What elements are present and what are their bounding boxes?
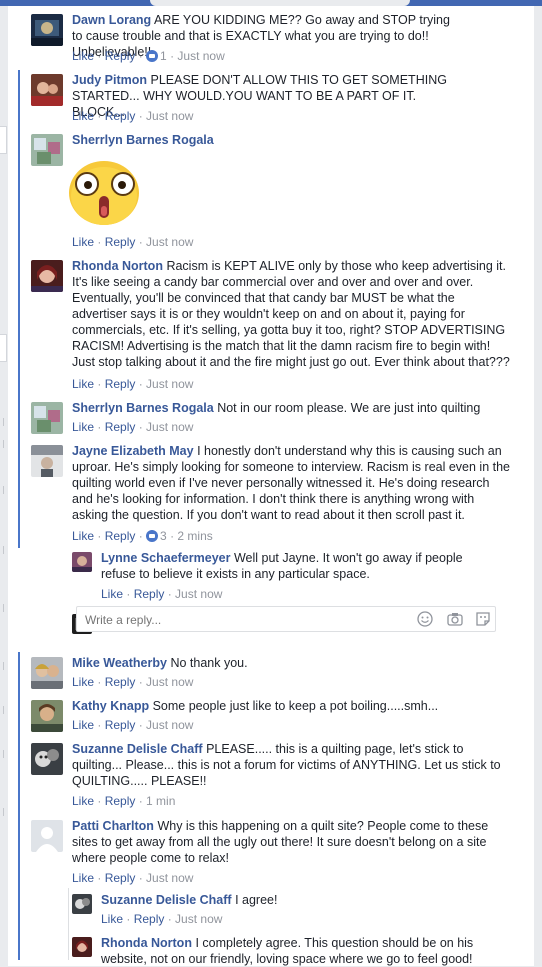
comment-text: No thank you. <box>170 656 248 670</box>
timestamp[interactable]: 2 mins <box>177 529 212 543</box>
timestamp[interactable]: Just now <box>146 377 193 391</box>
reply-link[interactable]: Reply <box>134 587 165 601</box>
scroll-tick <box>0 440 4 448</box>
timestamp[interactable]: Just now <box>146 871 193 885</box>
reply-input[interactable] <box>83 611 377 629</box>
like-link[interactable]: Like <box>101 587 123 601</box>
like-link[interactable]: Like <box>72 377 94 391</box>
timestamp[interactable]: Just now <box>146 675 193 689</box>
comment-author[interactable]: Lynne Schaefermeyer <box>101 551 230 565</box>
comment-author[interactable]: Suzanne Delisle Chaff <box>72 742 203 756</box>
timestamp[interactable]: Just now <box>177 49 224 63</box>
comment-author[interactable]: Judy Pitmon <box>72 73 147 87</box>
scroll-tick <box>0 706 4 714</box>
scroll-tick <box>0 662 4 670</box>
reply-thread-line <box>68 888 69 960</box>
scroll-tick <box>0 486 4 494</box>
timestamp[interactable]: Just now <box>175 912 222 926</box>
reply-link[interactable]: Reply <box>134 912 165 926</box>
timestamp[interactable]: Just now <box>146 420 193 434</box>
scroll-tick <box>0 750 4 758</box>
comment-text: Racism is KEPT ALIVE only by those who k… <box>72 259 510 369</box>
comment-author[interactable]: Dawn Lorang <box>72 13 151 27</box>
scroll-tick <box>0 418 4 426</box>
reaction-count[interactable]: 1 <box>160 49 167 63</box>
comment-author[interactable]: Rhonda Norton <box>72 259 163 273</box>
like-link[interactable]: Like <box>72 109 94 123</box>
like-link[interactable]: Like <box>72 871 94 885</box>
avatar[interactable] <box>31 134 63 166</box>
comment-author[interactable]: Kathy Knapp <box>72 699 149 713</box>
comment-text: I agree! <box>235 893 278 907</box>
like-link[interactable]: Like <box>72 529 94 543</box>
avatar[interactable] <box>31 260 63 292</box>
like-reaction-icon[interactable] <box>146 50 159 62</box>
scroll-tick <box>0 604 4 612</box>
avatar[interactable] <box>31 402 63 434</box>
like-link[interactable]: Like <box>72 49 94 63</box>
avatar[interactable] <box>31 74 63 106</box>
like-link[interactable]: Like <box>101 912 123 926</box>
avatar[interactable] <box>72 552 92 572</box>
reply-link[interactable]: Reply <box>105 49 136 63</box>
left-panel-edge <box>0 126 7 154</box>
like-link[interactable]: Like <box>72 420 94 434</box>
comment-author[interactable]: Sherrlyn Barnes Rogala <box>72 401 214 415</box>
avatar[interactable] <box>31 820 63 852</box>
avatar[interactable] <box>31 743 63 775</box>
like-link[interactable]: Like <box>72 675 94 689</box>
reply-link[interactable]: Reply <box>105 794 136 808</box>
comment-author[interactable]: Jayne Elizabeth May <box>72 444 194 458</box>
like-link[interactable]: Like <box>72 794 94 808</box>
sticker-icon[interactable] <box>475 611 491 627</box>
like-reaction-icon[interactable] <box>146 530 159 542</box>
reply-link[interactable]: Reply <box>105 109 136 123</box>
timestamp[interactable]: Just now <box>146 718 193 732</box>
avatar[interactable] <box>31 14 63 46</box>
timestamp[interactable]: Just now <box>175 587 222 601</box>
left-panel-edge <box>0 334 7 362</box>
reaction-count[interactable]: 3 <box>160 529 167 543</box>
thread-indicator <box>18 652 20 960</box>
comment-text: Not in our room please. We are just into… <box>217 401 481 415</box>
comment-author[interactable]: Mike Weatherby <box>72 656 167 670</box>
reply-link[interactable]: Reply <box>105 718 136 732</box>
comment-text: Some people just like to keep a pot boil… <box>152 699 439 713</box>
reply-link[interactable]: Reply <box>105 377 136 391</box>
comment-author[interactable]: Suzanne Delisle Chaff <box>101 893 232 907</box>
reply-link[interactable]: Reply <box>105 675 136 689</box>
scroll-tick <box>0 546 4 554</box>
avatar[interactable] <box>72 894 92 914</box>
reply-link[interactable]: Reply <box>105 420 136 434</box>
avatar[interactable] <box>31 657 63 689</box>
reply-link[interactable]: Reply <box>105 529 136 543</box>
comment-author[interactable]: Rhonda Norton <box>101 936 192 950</box>
timestamp[interactable]: Just now <box>146 109 193 123</box>
like-link[interactable]: Like <box>72 235 94 249</box>
comment-author[interactable]: Patti Charlton <box>72 819 154 833</box>
avatar[interactable] <box>31 700 63 732</box>
shocked-face-sticker[interactable] <box>67 158 141 226</box>
comment-author[interactable]: Sherrlyn Barnes Rogala <box>72 133 214 147</box>
timestamp[interactable]: Just now <box>146 235 193 249</box>
camera-icon[interactable] <box>447 611 463 627</box>
scroll-tick <box>0 808 4 816</box>
reply-link[interactable]: Reply <box>105 871 136 885</box>
avatar[interactable] <box>72 937 92 957</box>
emoji-icon[interactable] <box>417 611 433 627</box>
reply-link[interactable]: Reply <box>105 235 136 249</box>
thread-indicator <box>18 70 20 548</box>
timestamp[interactable]: 1 min <box>146 794 175 808</box>
reply-composer[interactable] <box>76 606 496 632</box>
avatar[interactable] <box>31 445 63 477</box>
like-link[interactable]: Like <box>72 718 94 732</box>
